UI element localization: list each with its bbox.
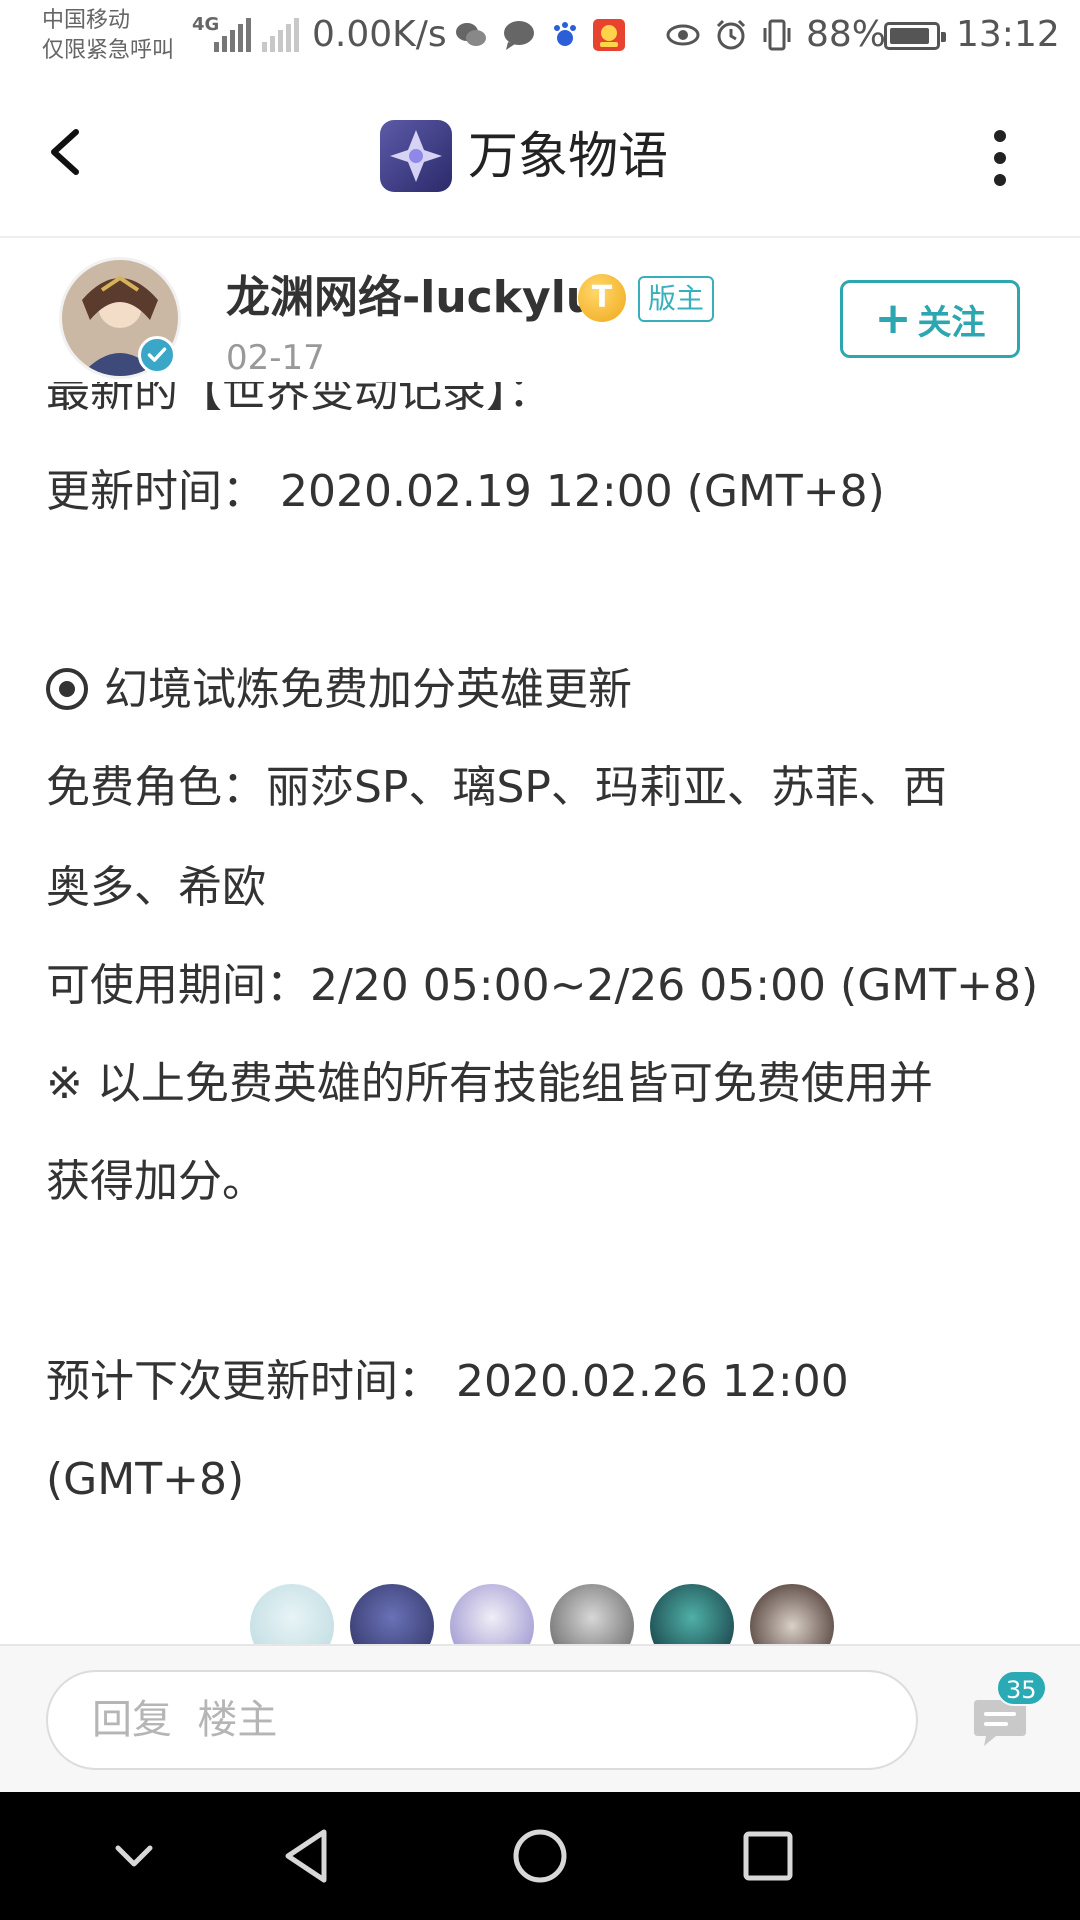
post-update-time: 更新时间： 2020.02.19 12:00 (GMT+8) [46, 466, 885, 517]
post-section-title: 幻境试炼免费加分英雄更新 [104, 664, 632, 715]
radio-bullet-icon [46, 668, 88, 710]
post-date: 02-17 [226, 338, 325, 378]
liker-avatars[interactable] [250, 1584, 834, 1644]
liker-avatar[interactable] [550, 1584, 634, 1644]
back-triangle-icon[interactable] [272, 1820, 344, 1892]
system-nav-bar [0, 1792, 1080, 1920]
recents-square-icon[interactable] [732, 1820, 804, 1892]
follow-button[interactable]: + 关注 [840, 280, 1020, 358]
plus-icon: + [874, 293, 912, 344]
reply-bar: 35 [0, 1644, 1080, 1792]
liker-avatar[interactable] [650, 1584, 734, 1644]
level-badge: T [578, 274, 626, 322]
author-name[interactable]: 龙渊网络-luckylu [226, 270, 597, 326]
chevron-down-icon[interactable] [98, 1820, 170, 1892]
liker-avatar[interactable] [350, 1584, 434, 1644]
post-next-update-line1: 预计下次更新时间： 2020.02.26 12:00 [46, 1356, 849, 1407]
comment-count-badge: 35 [996, 1670, 1047, 1706]
follow-label: 关注 [917, 302, 986, 343]
post-next-update-line2: (GMT+8) [46, 1454, 245, 1505]
moderator-badge: 版主 [638, 276, 715, 322]
home-circle-icon[interactable] [504, 1820, 576, 1892]
post-period: 可使用期间：2/20 05:00~2/26 05:00 (GMT+8) [46, 960, 1039, 1011]
author-bar: 龙渊网络-luckylu T 版主 02-17 + 关注 [0, 240, 1080, 382]
post-section-heading: 幻境试炼免费加分英雄更新 [46, 660, 632, 720]
post-free-roles-line1: 免费角色：丽莎SP、璃SP、玛莉亚、苏菲、西 [46, 762, 947, 813]
liker-avatar[interactable] [450, 1584, 534, 1644]
liker-avatar[interactable] [250, 1584, 334, 1644]
post-free-roles-line2: 奥多、希欧 [46, 862, 266, 913]
verified-icon [138, 336, 176, 374]
post-note-line2: 获得加分。 [46, 1156, 266, 1207]
reply-input[interactable] [46, 1670, 918, 1770]
liker-avatar[interactable] [750, 1584, 834, 1644]
post-note-line1: ※ 以上免费英雄的所有技能组皆可免费使用并 [46, 1058, 933, 1109]
